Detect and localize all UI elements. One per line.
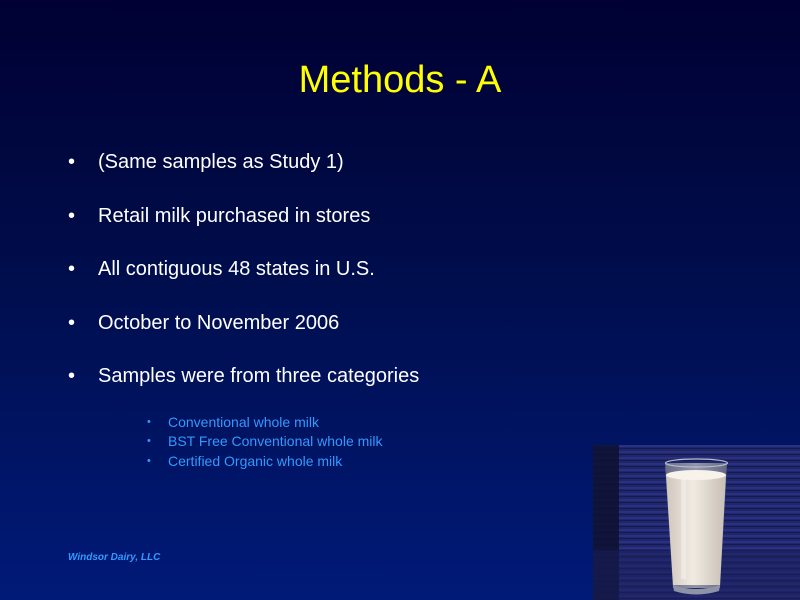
bullet-text: All contiguous 48 states in U.S. xyxy=(98,258,375,280)
bullet-marker: • xyxy=(68,151,76,173)
slide-title: Methods - A xyxy=(298,59,502,101)
bullet-marker: • xyxy=(68,365,76,387)
bullet-text: Samples were from three categories xyxy=(98,365,420,387)
sub-bullet-text: Conventional whole milk xyxy=(168,414,319,430)
footer-company: Windsor Dairy, LLC xyxy=(68,552,161,563)
milk-glass-icon xyxy=(593,445,800,600)
bullet-text: (Same samples as Study 1) xyxy=(98,151,344,173)
sub-bullet-marker: • xyxy=(147,435,151,448)
bullet-marker: • xyxy=(68,204,76,227)
bullet-marker: • xyxy=(68,311,76,334)
sub-bullet-text: Certified Organic whole milk xyxy=(168,452,343,469)
sub-bullet-text: BST Free Conventional whole milk xyxy=(168,433,383,450)
sub-bullet-marker: • xyxy=(147,416,151,428)
bullet-text: Retail milk purchased in stores xyxy=(98,204,371,227)
bullet-marker: • xyxy=(68,258,76,280)
bullet-text: October to November 2006 xyxy=(98,311,340,334)
milk-glass-photo xyxy=(593,445,800,600)
sub-bullet-marker: • xyxy=(147,454,151,467)
